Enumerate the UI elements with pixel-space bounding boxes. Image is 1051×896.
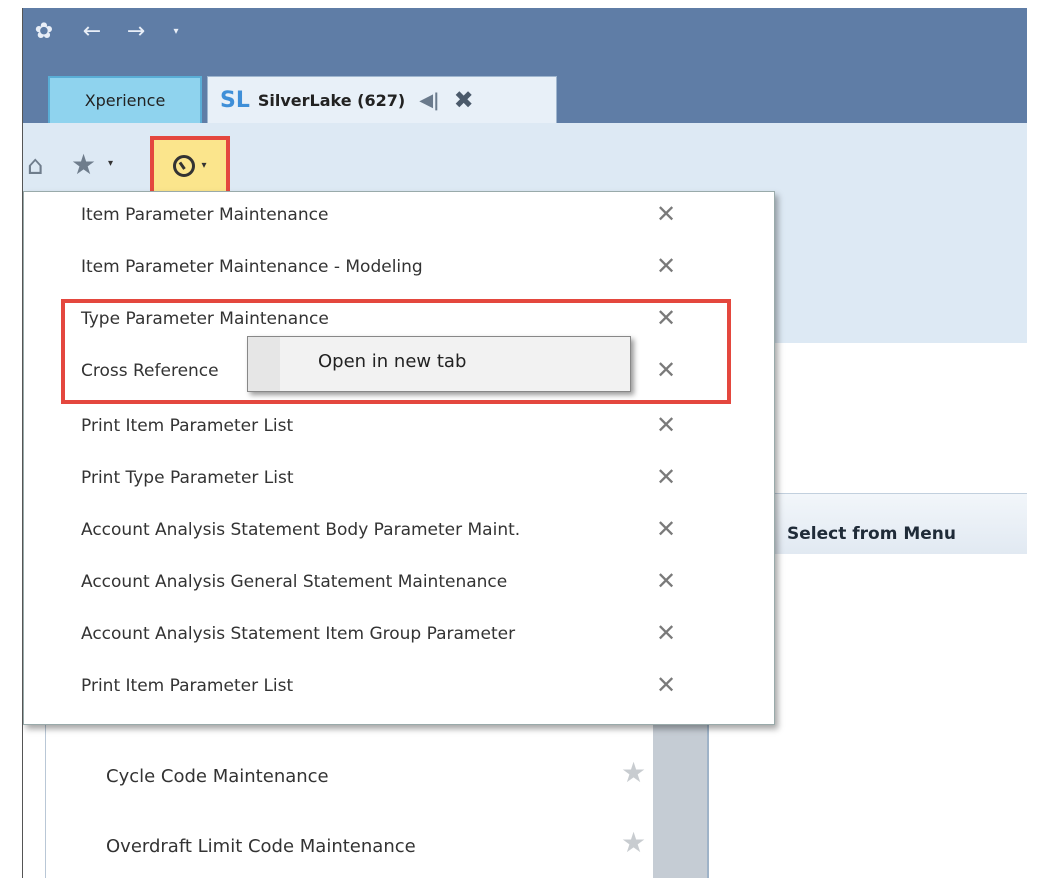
remove-icon[interactable]: ✕ [656, 567, 676, 595]
forward-arrow-icon[interactable]: → [123, 18, 149, 44]
sound-icon[interactable]: ◀| [419, 90, 439, 111]
favorite-star-icon[interactable]: ★ [621, 826, 646, 859]
history-item-label: Item Parameter Maintenance - Modeling [81, 257, 423, 277]
torn-edge-right [1027, 0, 1051, 896]
tab-xperience[interactable]: Xperience [48, 76, 202, 123]
remove-icon[interactable]: ✕ [656, 200, 676, 228]
favorite-star-icon[interactable]: ★ [621, 756, 646, 789]
history-item[interactable]: Item Parameter Maintenance ✕ [24, 192, 774, 244]
history-item[interactable]: Item Parameter Maintenance - Modeling ✕ [24, 244, 774, 296]
history-item[interactable]: Account Analysis Statement Body Paramete… [24, 507, 774, 559]
remove-icon[interactable]: ✕ [656, 671, 676, 699]
history-item-label: Print Item Parameter List [81, 676, 294, 696]
silverlake-logo: SL [220, 87, 250, 113]
open-in-new-tab-item[interactable]: Open in new tab [318, 351, 466, 372]
history-item[interactable]: Print Item Parameter List ✕ [24, 663, 774, 715]
scrollbar-track[interactable] [653, 724, 707, 878]
history-dropdown-menu: Item Parameter Maintenance ✕ Item Parame… [23, 191, 775, 725]
tab-silverlake[interactable]: SL SilverLake (627) ◀| ✖ [207, 76, 557, 123]
title-bar: ✿ ← → ▾ Xperience SL SilverLake (627) ◀|… [23, 8, 1033, 123]
home-icon[interactable]: ⌂ [27, 151, 44, 181]
back-arrow-icon[interactable]: ← [79, 18, 105, 44]
tab-silverlake-label: SilverLake (627) [257, 90, 406, 110]
app-window: ✿ ← → ▾ Xperience SL SilverLake (627) ◀|… [22, 8, 1033, 878]
remove-icon[interactable]: ✕ [656, 411, 676, 439]
list-item[interactable]: Cycle Code Maintenance [106, 766, 329, 787]
favorites-caret-icon[interactable]: ▾ [108, 158, 113, 169]
favorites-star-icon[interactable]: ★ [71, 148, 96, 181]
menu-list-panel: Cycle Code Maintenance ★ Overdraft Limit… [45, 724, 674, 878]
select-panel-header: Select from Menu [763, 493, 1033, 554]
history-caret-icon: ▾ [201, 160, 207, 171]
app-icon[interactable]: ✿ [31, 18, 57, 44]
list-item[interactable]: Overdraft Limit Code Maintenance [106, 836, 416, 857]
history-item-label: Account Analysis Statement Item Group Pa… [81, 624, 516, 644]
history-item-label: Item Parameter Maintenance [81, 205, 329, 225]
history-item-label: Account Analysis Statement Body Paramete… [81, 520, 521, 540]
remove-icon[interactable]: ✕ [656, 252, 676, 280]
history-item-label: Print Type Parameter List [81, 468, 294, 488]
history-item[interactable]: Account Analysis Statement Item Group Pa… [24, 611, 774, 663]
close-tab-icon[interactable]: ✖ [454, 86, 474, 114]
tab-xperience-label: Xperience [84, 91, 166, 110]
remove-icon[interactable]: ✕ [656, 515, 676, 543]
remove-icon[interactable]: ✕ [656, 463, 676, 491]
history-item[interactable]: Account Analysis General Statement Maint… [24, 559, 774, 611]
history-item-label: Account Analysis General Statement Maint… [81, 572, 508, 592]
history-item[interactable]: Print Item Parameter List ✕ [24, 403, 774, 455]
screenshot-frame: ✿ ← → ▾ Xperience SL SilverLake (627) ◀|… [0, 0, 1051, 896]
select-panel-title: Select from Menu [787, 524, 956, 544]
remove-icon[interactable]: ✕ [656, 619, 676, 647]
history-clock-icon [173, 154, 196, 177]
history-button[interactable]: ▾ [150, 136, 230, 195]
history-item-label: Print Item Parameter List [81, 416, 294, 436]
history-item[interactable]: Print Type Parameter List ✕ [24, 455, 774, 507]
dropdown-caret-icon[interactable]: ▾ [163, 18, 189, 44]
torn-edge-bottom [0, 878, 1051, 896]
context-menu-icon-strip [248, 337, 280, 391]
context-menu: Open in new tab [247, 336, 631, 392]
